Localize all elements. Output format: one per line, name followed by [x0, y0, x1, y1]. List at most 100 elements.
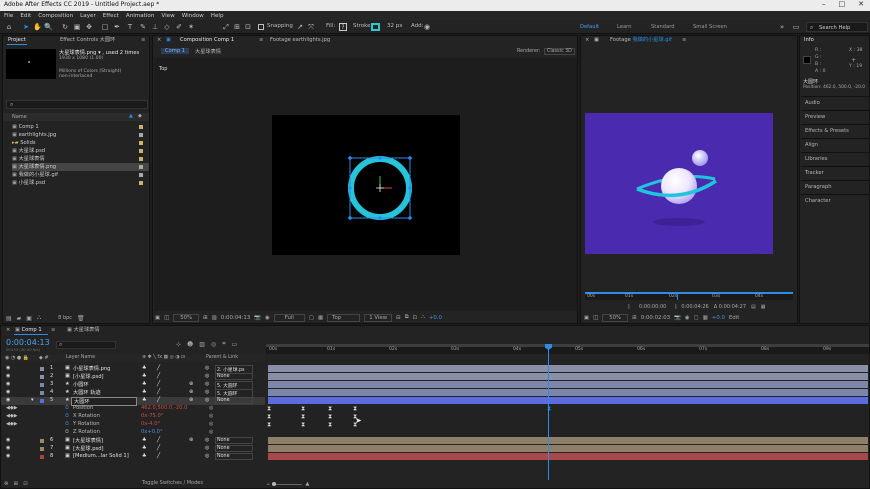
layer-bar[interactable] — [268, 453, 868, 460]
panel-menu-icon[interactable]: ≡ — [51, 326, 55, 335]
quality-switch-icon[interactable]: ╱ — [157, 397, 160, 403]
comp-mini-flowchart-icon[interactable]: ▭ — [232, 341, 238, 348]
keyframe-icon[interactable]: ⧗ — [267, 406, 271, 412]
property-value[interactable]: 462.0,500.0,-20.0 — [141, 405, 187, 411]
comp-viewer[interactable]: Top — [154, 58, 577, 311]
workspace-small-screen[interactable]: Small Screen — [693, 24, 727, 30]
shy-switch-icon[interactable]: ♣ — [142, 445, 146, 451]
panel-audio[interactable]: Audio — [801, 96, 869, 110]
stopwatch-icon[interactable]: ⏱ — [65, 429, 69, 435]
panel-menu-icon[interactable]: ≡ — [141, 36, 145, 45]
shy-icon[interactable]: ☻ — [187, 341, 193, 348]
set-out-icon[interactable]: ⎹ — [671, 304, 676, 310]
label-color[interactable] — [40, 447, 44, 451]
layer-bar[interactable] — [268, 437, 868, 444]
panel-tracker[interactable]: Tracker — [801, 166, 869, 180]
menu-effect[interactable]: Effect — [103, 13, 119, 19]
maximize-button[interactable]: □ — [839, 0, 846, 8]
workspace-menu-icon[interactable]: » — [778, 23, 786, 31]
shy-switch-icon[interactable]: ♣ — [142, 389, 146, 395]
layer-bar[interactable] — [268, 445, 868, 452]
layer-bar[interactable] — [268, 381, 868, 388]
keyframe-icon[interactable]: ⧗ — [301, 422, 305, 428]
expand-arrow-icon[interactable]: ▾ — [31, 397, 34, 403]
toggle-transparency-grid-icon[interactable]: ▦ — [703, 315, 708, 321]
menu-window[interactable]: Window — [182, 13, 204, 19]
menu-help[interactable]: Help — [211, 13, 224, 19]
footage-time-ruler[interactable]: 00s 01s 02s 03s 04s — [585, 292, 793, 300]
bpc-label[interactable]: 8 bpc — [58, 315, 72, 321]
menu-composition[interactable]: Composition — [38, 13, 73, 19]
pickwhip-icon[interactable]: ◎ — [205, 373, 209, 379]
parent-dropdown[interactable]: None — [215, 437, 253, 444]
keyframe-icon[interactable]: ⧗ — [301, 406, 305, 412]
show-channel-icon[interactable]: ◉ — [685, 315, 690, 321]
resolution-button[interactable]: Full — [273, 313, 305, 322]
pickwhip-icon[interactable]: ◎ — [209, 405, 213, 411]
quality-switch-icon[interactable]: ╱ — [157, 453, 160, 459]
eye-icon[interactable]: ◉ — [6, 373, 10, 379]
puppet-tool-icon[interactable]: ✶ — [187, 23, 195, 31]
pen-tool-icon[interactable]: ✒ — [113, 23, 121, 31]
always-preview-icon[interactable]: ▣ — [155, 315, 160, 321]
panel-character[interactable]: Character — [801, 194, 869, 208]
layer-name[interactable]: [大星球.psd] — [73, 445, 104, 452]
panel-close-icon[interactable]: × — [6, 326, 10, 335]
tab-effect-controls[interactable]: Effect Controls 大圆环 — [60, 36, 115, 45]
keyframe-icon[interactable]: ⧗ — [328, 414, 332, 420]
graph-editor-icon[interactable]: ⌗ — [222, 340, 225, 348]
renderer-button[interactable]: Classic 3D — [544, 48, 575, 55]
panel-menu-icon[interactable]: ≡ — [682, 36, 686, 45]
type-tool-icon[interactable]: T — [126, 23, 134, 31]
overlay-edit-icon[interactable]: ▦ — [761, 304, 766, 310]
delete-icon[interactable]: 🗑 — [77, 315, 85, 322]
shy-switch-icon[interactable]: ♣ — [142, 365, 146, 371]
menu-view[interactable]: View — [161, 13, 174, 19]
zoom-slider[interactable]: ▵ ▲ — [267, 480, 309, 488]
zoom-tool-icon[interactable]: 🔍 — [44, 23, 53, 31]
pickwhip-icon[interactable]: ◎ — [205, 397, 209, 403]
mask-visibility-icon[interactable]: ◫ — [164, 315, 169, 321]
menu-file[interactable]: File — [4, 13, 13, 19]
magnification-button[interactable]: 50% — [602, 313, 629, 322]
frame-blending-icon[interactable]: ▥ — [199, 341, 205, 348]
parent-dropdown[interactable]: None — [215, 453, 253, 460]
layer-bar[interactable] — [268, 373, 868, 380]
interpret-footage-icon[interactable]: ▤ — [6, 315, 12, 322]
tab-info[interactable]: Info — [804, 36, 814, 45]
label-color[interactable] — [40, 367, 44, 371]
toggle-transparency-grid-icon[interactable]: ▦ — [318, 315, 323, 321]
keyframe-nav-icon[interactable]: ◀◆▶ — [6, 405, 18, 411]
pickwhip-icon[interactable]: ◎ — [205, 445, 209, 451]
label-color[interactable] — [40, 391, 44, 395]
add-property-icon[interactable]: ◉ — [423, 23, 431, 31]
timeline-search-input[interactable]: ⌕ — [56, 341, 116, 349]
quality-switch-icon[interactable]: ╱ — [157, 381, 160, 387]
ripple-insert-icon[interactable]: ▤ — [751, 304, 756, 310]
menu-animation[interactable]: Animation — [126, 13, 155, 19]
zoom-slider-track[interactable] — [271, 481, 302, 486]
timeline-ruler[interactable]: 00s 01s 02s 03s 04s 05s 06s 07s 08s 09s — [266, 344, 869, 354]
stroke-width-value[interactable]: 32 px — [387, 23, 403, 29]
roto-brush-tool-icon[interactable]: ✐ — [175, 23, 183, 31]
draft-3d-icon[interactable]: ⊹ — [176, 341, 181, 348]
pan-behind-tool-icon[interactable]: ✥ — [85, 23, 93, 31]
3d-view-button[interactable]: Top — [327, 313, 361, 322]
snapping-checkbox[interactable] — [258, 24, 264, 30]
keyframe-icon[interactable]: ⧗ — [301, 414, 305, 420]
layer-name[interactable]: [Medium...lar Solid 1] — [73, 453, 129, 459]
layer-name[interactable]: [大星球表情] — [73, 437, 103, 444]
quality-switch-icon[interactable]: ╱ — [157, 373, 160, 379]
property-value[interactable]: 0x+0.0° — [141, 429, 163, 435]
magnification-button[interactable]: 50% — [173, 313, 200, 322]
parent-dropdown[interactable]: None — [215, 373, 253, 380]
column-parent-link[interactable]: Parent & Link — [206, 355, 238, 360]
panel-close-icon[interactable]: × — [157, 36, 161, 45]
pickwhip-icon[interactable]: ◎ — [209, 421, 213, 427]
show-channel-icon[interactable]: ◉ — [265, 315, 270, 321]
sort-arrow-icon[interactable]: ▲ — [129, 113, 133, 119]
new-comp-icon[interactable]: ▣ — [26, 315, 32, 322]
search-help-box[interactable]: ⌕ Search Help — [806, 22, 868, 32]
quality-switch-icon[interactable]: ╱ — [157, 437, 160, 443]
project-item[interactable]: ▣ 大星球.psd — [12, 147, 149, 155]
